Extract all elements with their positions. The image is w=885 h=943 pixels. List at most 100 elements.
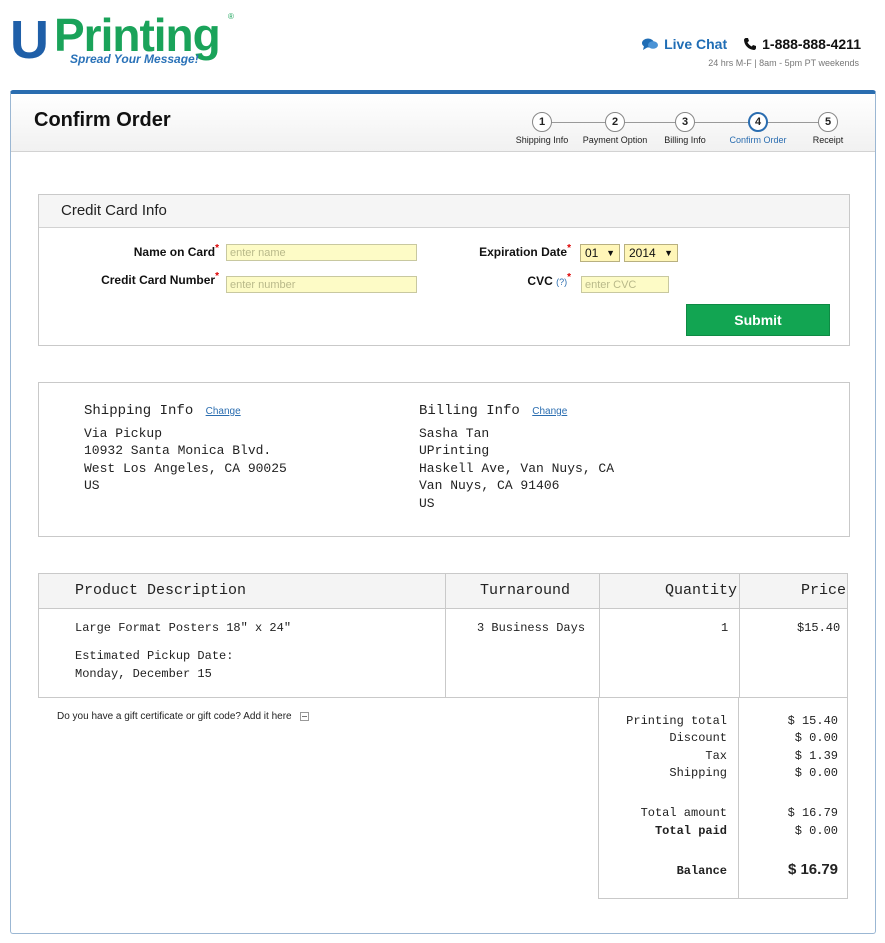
balance-value: $ 16.79	[787, 861, 838, 878]
billing-line: Van Nuys, CA 91406	[419, 478, 560, 493]
column-divider	[599, 608, 600, 697]
gift-code-toggle[interactable]: Do you have a gift certificate or gift c…	[57, 711, 309, 722]
shipping-info-heading: Shipping Info Change	[84, 403, 287, 421]
credit-card-number-input[interactable]: enter number	[226, 276, 417, 293]
logo-tagline: Spread Your Message!	[70, 52, 199, 66]
panel-header: Confirm Order 1 Shipping Info 2 Payment …	[11, 94, 875, 152]
required-marker: *	[567, 272, 571, 283]
billing-line: US	[419, 495, 435, 511]
turnaround-value: 3 Business Days	[477, 621, 586, 635]
table-header-row: Product Description Turnaround Quantity …	[38, 573, 848, 609]
step-number: 1	[532, 112, 552, 132]
step-number: 2	[605, 112, 625, 132]
shipping-line: US	[84, 478, 100, 493]
expiration-year-value: 2014	[629, 246, 656, 260]
gift-code-text: Do you have a gift certificate or gift c…	[57, 711, 292, 722]
quantity-header: Quantity	[665, 582, 738, 599]
chat-bubbles-icon	[642, 38, 659, 50]
pickup-date-label: Estimated Pickup Date:	[75, 649, 234, 663]
shipping-info-title: Shipping Info	[84, 403, 194, 419]
tax-value: $ 1.39	[794, 749, 838, 763]
address-section: Shipping Info Change Via Pickup 10932 Sa…	[38, 382, 850, 537]
column-divider	[739, 608, 740, 697]
cvc-text: CVC	[527, 274, 553, 288]
step-label: Shipping Info	[515, 135, 569, 145]
credit-card-number-label: Credit Card Number*	[69, 271, 219, 287]
credit-card-number-text: Credit Card Number	[101, 273, 216, 287]
contact-area: Live Chat 1-888-888-4211 24 hrs M-F | 8a…	[641, 36, 861, 68]
name-on-card-input[interactable]: enter name	[226, 244, 417, 261]
balance-label: Balance	[676, 864, 727, 878]
shipping-label: Shipping	[669, 766, 727, 780]
change-shipping-link[interactable]: Change	[206, 406, 241, 417]
total-paid-label: Total paid	[654, 824, 727, 838]
step-shipping-info: 1 Shipping Info	[502, 112, 582, 145]
turnaround-header: Turnaround	[480, 582, 571, 599]
required-marker: *	[215, 243, 219, 254]
shipping-line: 10932 Santa Monica Blvd.	[84, 443, 272, 458]
page-title: Confirm Order	[34, 109, 171, 131]
order-totals: Printing total $ 15.40 Discount $ 0.00 T…	[598, 697, 848, 899]
totals-divider	[738, 697, 739, 898]
cvc-label: CVC (?)*	[499, 272, 571, 288]
step-confirm-order: 4 Confirm Order	[718, 112, 798, 145]
discount-label: Discount	[669, 731, 727, 745]
discount-value: $ 0.00	[794, 731, 838, 745]
column-divider	[445, 608, 446, 697]
collapse-icon[interactable]	[299, 712, 309, 721]
live-chat-label: Live Chat	[664, 36, 728, 52]
step-receipt: 5 Receipt	[788, 112, 868, 145]
table-row: Large Format Posters 18" x 24" Estimated…	[38, 608, 848, 698]
step-label: Confirm Order	[729, 135, 787, 145]
shipping-info-block: Shipping Info Change Via Pickup 10932 Sa…	[84, 403, 287, 495]
quantity-value: 1	[721, 621, 729, 635]
billing-line: UPrinting	[419, 443, 490, 458]
phone-icon	[744, 38, 757, 50]
phone-label: 1-888-888-4211	[762, 36, 861, 52]
name-on-card-label: Name on Card*	[99, 243, 219, 259]
cvc-input[interactable]: enter CVC	[581, 276, 669, 293]
chevron-down-icon: ▼	[664, 248, 673, 258]
product-description-header: Product Description	[75, 582, 247, 599]
step-label: Receipt	[812, 135, 844, 145]
billing-line: Haskell Ave, Van Nuys, CA	[419, 460, 615, 476]
uprinting-logo[interactable]: U Printing ® Spread Your Message!	[10, 10, 250, 70]
step-label: Payment Option	[582, 135, 648, 145]
contact-row: Live Chat 1-888-888-4211	[641, 36, 861, 52]
billing-info-title: Billing Info	[419, 403, 520, 419]
checkout-steps: 1 Shipping Info 2 Payment Option 3 Billi…	[511, 112, 861, 148]
cvc-help-link[interactable]: (?)	[556, 277, 567, 287]
step-payment-option: 2 Payment Option	[575, 112, 655, 145]
billing-line: Sasha Tan	[419, 425, 490, 441]
change-billing-link[interactable]: Change	[532, 406, 567, 417]
phone-number[interactable]: 1-888-888-4211	[743, 36, 861, 52]
total-amount-label: Total amount	[640, 806, 727, 820]
live-chat-link[interactable]: Live Chat	[641, 36, 727, 52]
expiration-month-select[interactable]: 01 ▼	[580, 244, 620, 262]
column-divider	[445, 574, 446, 608]
column-divider	[739, 574, 740, 608]
expiration-year-select[interactable]: 2014 ▼	[624, 244, 678, 262]
submit-button[interactable]: Submit	[686, 304, 830, 336]
price-value: $15.40	[797, 621, 841, 635]
logo-registered-mark: ®	[228, 12, 234, 21]
billing-info-heading: Billing Info Change	[419, 403, 614, 421]
product-name: Large Format Posters 18" x 24"	[75, 621, 292, 635]
chevron-down-icon: ▼	[606, 248, 615, 258]
expiration-date-text: Expiration Date	[479, 245, 568, 259]
expiration-month-value: 01	[585, 246, 599, 260]
column-divider	[599, 574, 600, 608]
tax-label: Tax	[705, 749, 727, 763]
expiration-date-label: Expiration Date*	[459, 243, 571, 259]
printing-total-label: Printing total	[626, 714, 727, 728]
confirm-order-panel: Confirm Order 1 Shipping Info 2 Payment …	[10, 90, 876, 934]
printing-total-value: $ 15.40	[787, 714, 838, 728]
step-label: Billing Info	[664, 135, 706, 145]
shipping-value: $ 0.00	[794, 766, 838, 780]
step-number: 4	[748, 112, 768, 132]
shipping-line: West Los Angeles, CA 90025	[84, 460, 287, 476]
logo-u: U	[10, 10, 49, 70]
total-amount-value: $ 16.79	[787, 806, 838, 820]
price-header: Price	[801, 582, 847, 599]
required-marker: *	[215, 271, 219, 282]
